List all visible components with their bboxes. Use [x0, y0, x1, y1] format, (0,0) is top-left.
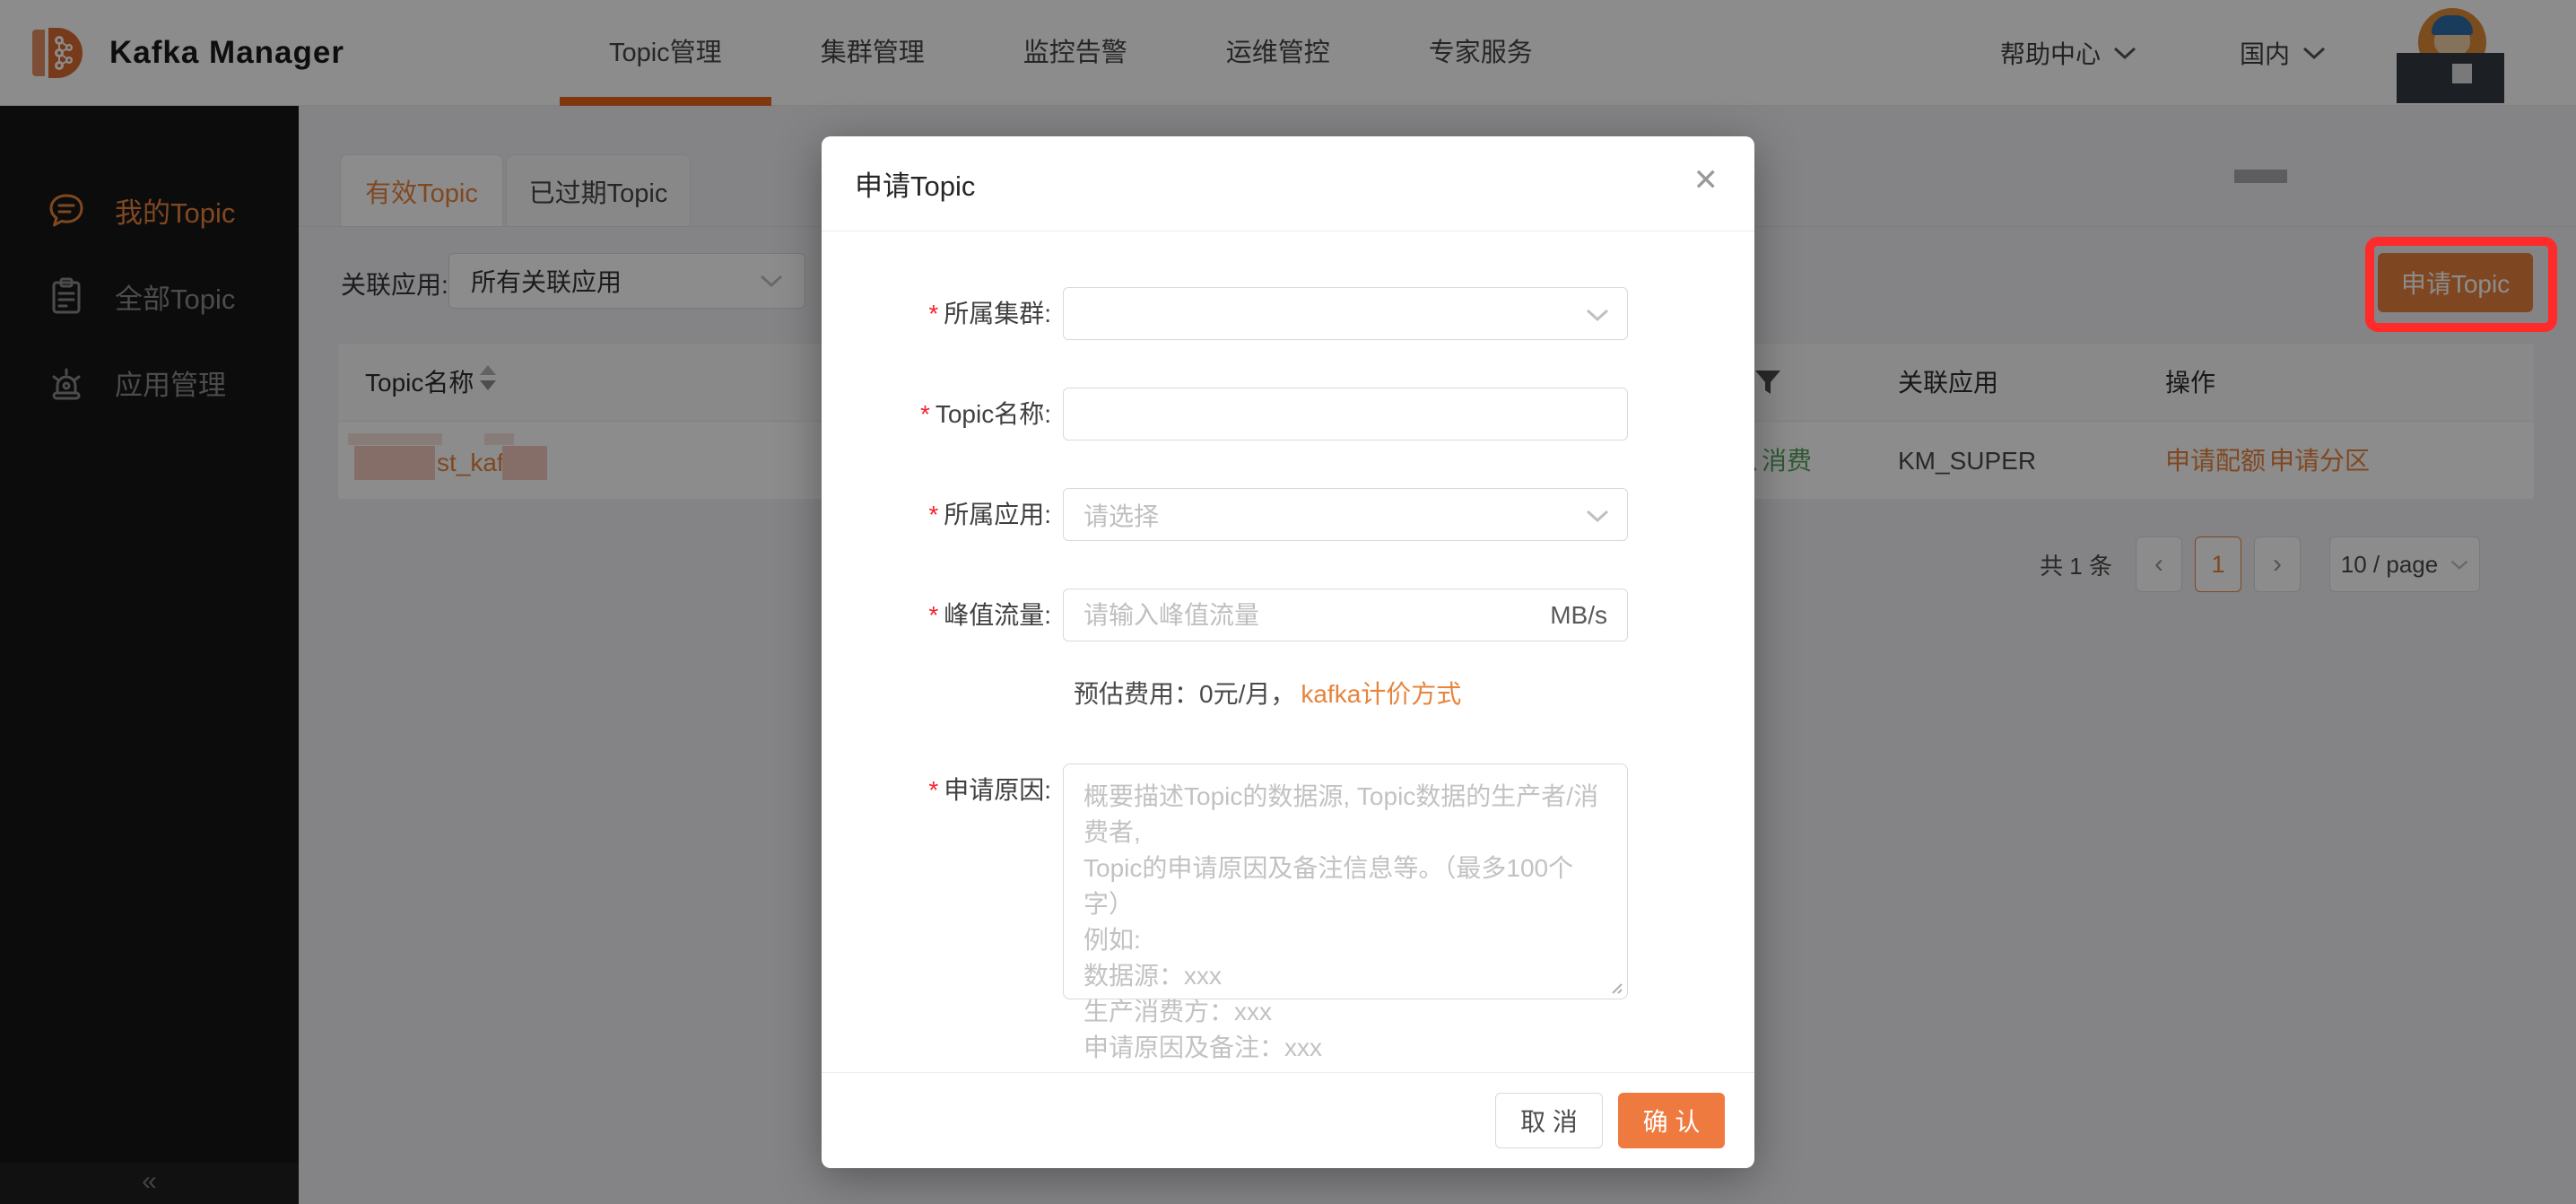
- peak-traffic-field-wrap: MB/s: [1063, 589, 1628, 641]
- apply-topic-modal: 申请Topic ✕ *所属集群: *Topic名称: *所属应用:: [822, 136, 1754, 1168]
- modal-footer: 取 消 确 认: [822, 1072, 1754, 1168]
- modal-body: *所属集群: *Topic名称: *所属应用: 请选择: [822, 231, 1754, 999]
- required-mark: *: [928, 776, 938, 804]
- annotation-highlight-rect: [2365, 237, 2557, 332]
- cluster-label: *所属集群:: [822, 287, 1063, 340]
- reason-textarea[interactable]: 概要描述Topic的数据源, Topic数据的生产者/消费者, Topic的申请…: [1063, 763, 1628, 999]
- fee-estimate-line: 预估费用：0元/月，kafka计价方式: [1074, 675, 1754, 711]
- close-icon[interactable]: ✕: [1693, 165, 1719, 196]
- chevron-down-icon: [1586, 509, 1609, 523]
- app-select-placeholder: 请选择: [1083, 497, 1159, 533]
- reason-label: *申请原因:: [822, 763, 1063, 816]
- confirm-button[interactable]: 确 认: [1618, 1093, 1725, 1148]
- form-row-app: *所属应用: 请选择: [822, 488, 1754, 541]
- chevron-down-icon: [1586, 308, 1609, 322]
- kafka-pricing-link[interactable]: kafka计价方式: [1301, 680, 1461, 708]
- peak-traffic-label: *峰值流量:: [822, 589, 1063, 641]
- unit-suffix: MB/s: [1550, 589, 1607, 641]
- topic-name-field-wrap: [1063, 388, 1628, 441]
- form-row-topic-name: *Topic名称:: [822, 388, 1754, 441]
- form-row-reason: *申请原因: 概要描述Topic的数据源, Topic数据的生产者/消费者, T…: [822, 763, 1754, 999]
- required-mark: *: [928, 300, 938, 327]
- required-mark: *: [920, 400, 930, 428]
- required-mark: *: [928, 501, 938, 528]
- reason-placeholder: 概要描述Topic的数据源, Topic数据的生产者/消费者, Topic的申请…: [1064, 764, 1627, 1080]
- form-row-cluster: *所属集群:: [822, 287, 1754, 340]
- fee-estimate-text: 预估费用：0元/月，: [1074, 680, 1295, 708]
- app-select[interactable]: 请选择: [1063, 488, 1628, 541]
- form-row-peak-traffic: *峰值流量: MB/s: [822, 589, 1754, 641]
- topic-name-label: *Topic名称:: [822, 388, 1063, 441]
- peak-traffic-input[interactable]: [1064, 589, 1627, 641]
- cluster-select[interactable]: [1063, 287, 1628, 340]
- modal-header: 申请Topic ✕: [822, 136, 1754, 231]
- required-mark: *: [928, 601, 938, 629]
- topic-name-input[interactable]: [1064, 388, 1627, 440]
- modal-title: 申请Topic: [855, 163, 975, 204]
- app-label: *所属应用:: [822, 488, 1063, 541]
- resize-handle-icon[interactable]: [1609, 981, 1623, 995]
- cancel-button[interactable]: 取 消: [1495, 1093, 1603, 1148]
